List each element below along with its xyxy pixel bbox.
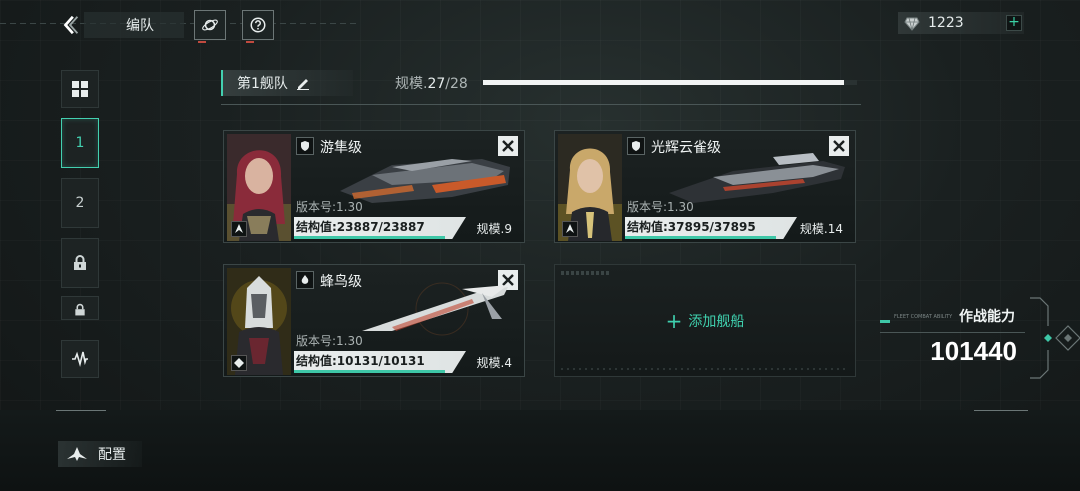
right-ornament — [1030, 297, 1080, 379]
power-accent — [880, 320, 890, 323]
fleet-scale-fill — [483, 80, 844, 85]
page-title: 编队 — [84, 12, 184, 38]
sidebar-fleet-locked-1[interactable] — [61, 238, 99, 288]
sidebar-fleet-2[interactable]: 2 — [61, 178, 99, 228]
sidebar-fleet-1[interactable]: 1 — [61, 118, 99, 168]
role-badge-icon — [562, 221, 578, 237]
ship-config-icon — [67, 447, 87, 461]
back-arrow-icon — [63, 15, 79, 35]
help-icon — [250, 17, 266, 33]
power-divider — [880, 332, 1025, 333]
structure-value: 结构值:37895/37895 — [627, 220, 756, 234]
structure-value: 结构值:10131/10131 — [296, 354, 425, 368]
ship-card-falcon[interactable]: 游隼级 版本号:1.30 结构值:23887/23887 规模.9 — [223, 130, 525, 243]
fleet-name-tab[interactable]: 第1舰队 — [221, 70, 353, 96]
currency-display: 1223 + — [898, 12, 1024, 34]
back-button[interactable] — [56, 10, 86, 40]
currency-value: 1223 — [928, 15, 964, 31]
fleet-scale-bar — [483, 80, 857, 85]
header-divider — [221, 104, 861, 105]
wave-icon — [72, 351, 88, 368]
fleet-scale-label: 规模.27/28 — [395, 76, 468, 92]
captain-portrait — [558, 134, 622, 241]
structure-bar — [294, 236, 446, 239]
bottom-panel — [0, 410, 1080, 491]
ship-version: 版本号:1.30 — [627, 200, 694, 214]
add-currency-button[interactable]: + — [1006, 15, 1022, 31]
structure-panel: 结构值:10131/10131 — [294, 351, 466, 373]
role-badge-icon — [231, 221, 247, 237]
shield-icon — [296, 137, 314, 155]
add-ship-label: 添加舰船 — [688, 313, 745, 330]
plus-icon: + — [665, 308, 683, 333]
role-badge-icon — [231, 355, 247, 371]
bottom-divider-left — [56, 410, 106, 411]
sidebar-signal-button[interactable] — [61, 340, 99, 378]
ship-card-hummingbird[interactable]: 蜂鸟级 版本号:1.30 结构值:10131/10131 规模.4 — [223, 264, 525, 377]
fleet-scale-current: 27 — [427, 76, 446, 92]
captain-portrait — [227, 134, 291, 241]
bottom-divider-right — [974, 410, 1028, 411]
ship-card-radiant-lark[interactable]: 光辉云雀级 版本号:1.30 结构值:37895/37895 规模.14 — [554, 130, 856, 243]
structure-panel: 结构值:23887/23887 — [294, 217, 466, 239]
structure-value: 结构值:23887/23887 — [296, 220, 425, 234]
sidebar-fleet-locked-2[interactable] — [61, 296, 99, 320]
help-button[interactable] — [242, 10, 274, 43]
shield-icon — [627, 137, 645, 155]
combat-power-sublabel: FLEET COMBAT ABILITY — [894, 314, 953, 320]
structure-panel: 结构值:37895/37895 — [625, 217, 797, 239]
fleet-name: 第1舰队 — [237, 76, 288, 92]
ship-scale: 规模.14 — [799, 222, 843, 236]
grid-icon — [72, 81, 88, 97]
flame-icon — [296, 271, 314, 289]
planet-button[interactable] — [194, 10, 226, 43]
slot-decor — [561, 271, 609, 275]
ship-scale: 规模.9 — [476, 222, 512, 236]
config-label: 配置 — [98, 447, 126, 463]
ship-scale: 规模.4 — [476, 356, 512, 370]
config-button[interactable]: 配置 — [58, 441, 142, 467]
planet-icon — [202, 19, 218, 31]
add-ship-slot[interactable]: + 添加舰船 — [554, 264, 856, 377]
ship-version: 版本号:1.30 — [296, 334, 363, 348]
combat-power-value: 101440 — [930, 336, 1017, 366]
lock-icon — [75, 303, 85, 316]
captain-portrait — [227, 268, 291, 375]
structure-bar — [625, 236, 777, 239]
crystal-icon — [904, 17, 920, 31]
combat-power-panel: FLEET COMBAT ABILITY 作战能力 101440 — [880, 302, 1025, 374]
sidebar-overview-button[interactable] — [61, 70, 99, 108]
lock-icon — [74, 255, 86, 270]
structure-bar — [294, 370, 446, 373]
slot-decor — [561, 368, 849, 370]
edit-icon[interactable] — [296, 76, 310, 90]
ship-version: 版本号:1.30 — [296, 200, 363, 214]
notification-mark — [246, 41, 254, 43]
fleet-scale-max: /28 — [445, 76, 468, 92]
combat-power-label: 作战能力 — [959, 309, 1015, 325]
notification-mark — [198, 41, 206, 43]
